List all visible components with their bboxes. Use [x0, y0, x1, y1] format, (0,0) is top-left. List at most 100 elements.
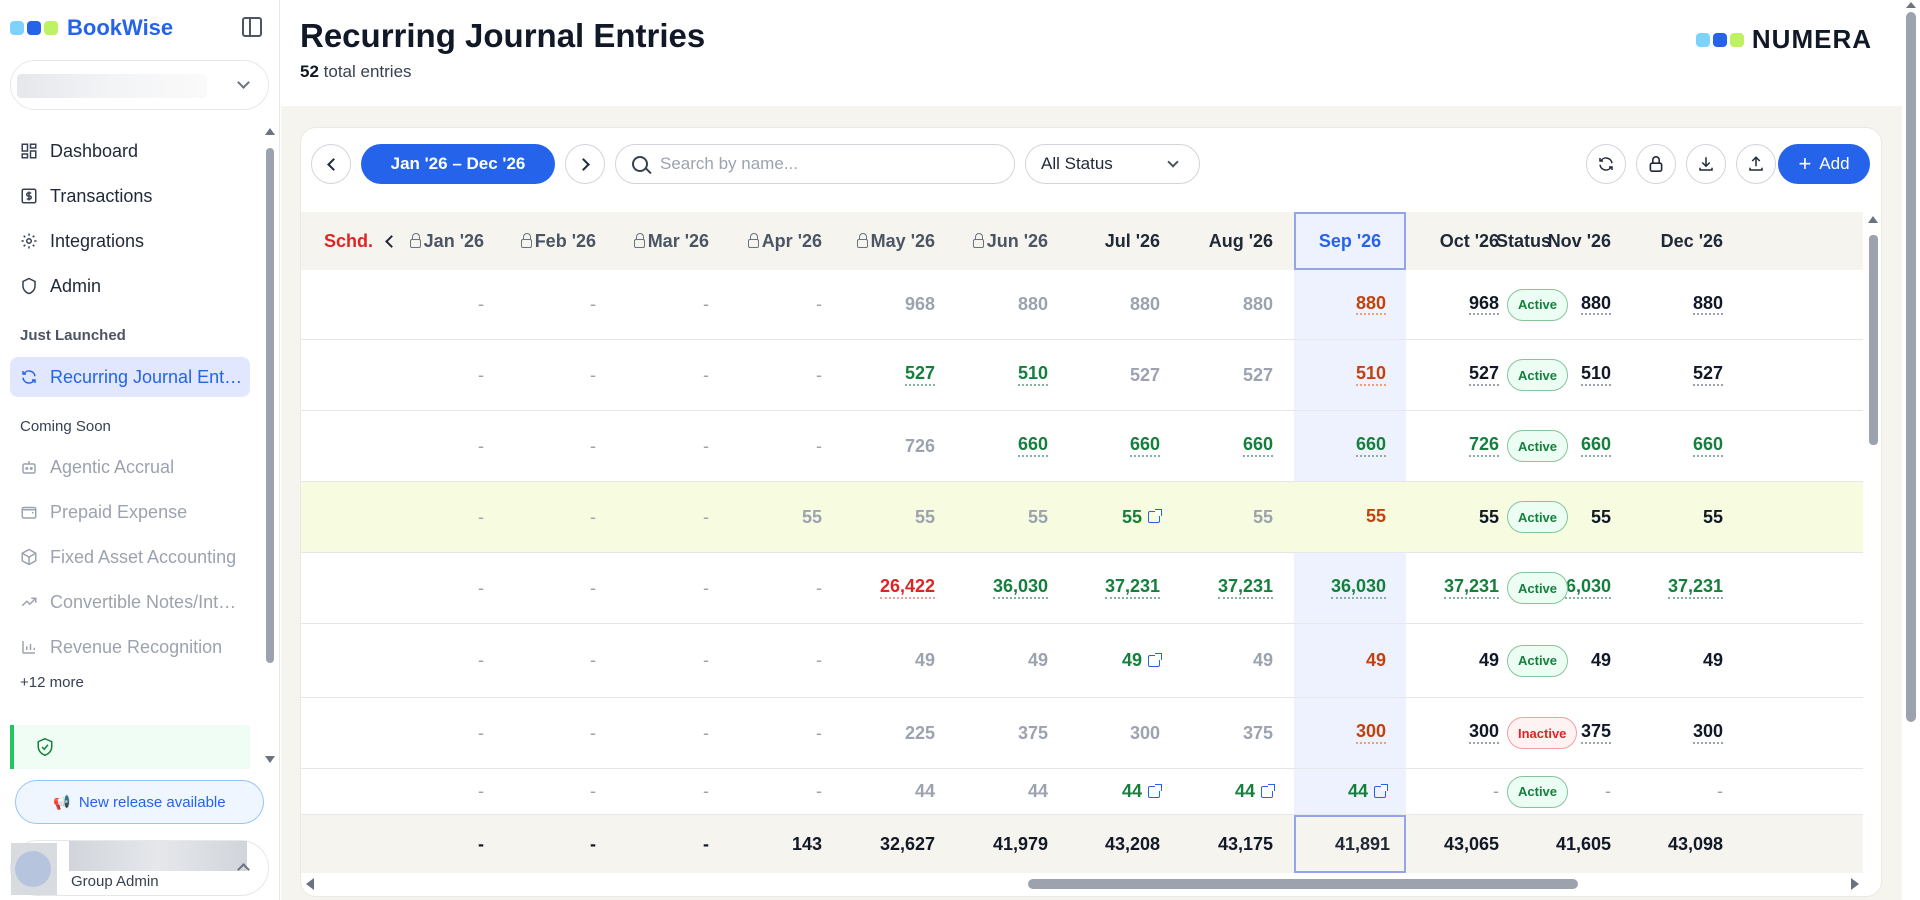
external-link-icon[interactable] [1374, 783, 1388, 798]
month-header[interactable]: Feb '26 [486, 212, 596, 270]
sidebar-item-dashboard[interactable]: Dashboard [10, 131, 250, 171]
table-cell[interactable]: 55 [1276, 482, 1386, 552]
table-cell[interactable]: 49 [1050, 624, 1162, 697]
table-cell[interactable]: 55 [1163, 482, 1273, 552]
table-cell[interactable]: 44 [1050, 769, 1162, 814]
table-cell[interactable]: 36,030 [1276, 553, 1386, 623]
table-row[interactable]: - - - - 26,422 36,030 37,231 37,231 36,030 37,231… [301, 553, 1863, 624]
table-row[interactable]: - - - 55 55 55 55 55 55 55 55 55 Active [301, 482, 1863, 553]
month-header[interactable]: May '26 [825, 212, 935, 270]
table-cell[interactable]: 55 [1389, 482, 1499, 552]
table-row[interactable]: - - - - 49 49 49 49 49 49 49 49 Active [301, 624, 1863, 698]
external-link-icon[interactable] [1261, 783, 1275, 798]
table-cell[interactable]: 49 [1613, 624, 1723, 697]
sidebar-scrollbar[interactable] [264, 128, 276, 763]
table-cell[interactable]: 300 [1050, 698, 1160, 768]
table-cell[interactable]: 44 [825, 769, 935, 814]
new-release-button[interactable]: 📢 New release available [15, 780, 264, 824]
next-period-button[interactable] [565, 144, 605, 184]
table-cell[interactable]: 726 [825, 411, 935, 481]
refresh-button[interactable] [1586, 144, 1626, 184]
table-cell[interactable]: 44 [938, 769, 1048, 814]
external-link-icon[interactable] [1148, 509, 1162, 523]
table-cell[interactable]: 37,231 [1389, 553, 1499, 623]
sidebar-item-coming-soon[interactable]: Convertible Notes/Int… [10, 582, 250, 622]
month-header[interactable]: Jul '26 [1050, 212, 1160, 270]
brand[interactable]: BookWise [10, 14, 173, 42]
table-cell[interactable]: 527 [1050, 340, 1160, 410]
table-cell[interactable]: 55 [938, 482, 1048, 552]
scrollbar-thumb[interactable] [1906, 12, 1916, 722]
table-cell[interactable]: 300 [1613, 698, 1723, 768]
external-link-icon[interactable] [1148, 783, 1162, 798]
lock-button[interactable] [1636, 144, 1676, 184]
table-cell[interactable]: 660 [938, 411, 1048, 481]
table-cell[interactable]: 375 [1163, 698, 1273, 768]
workspace-selector[interactable] [10, 60, 269, 110]
table-cell[interactable]: 55 [1050, 482, 1162, 552]
month-header[interactable]: Aug '26 [1163, 212, 1273, 270]
table-cell[interactable]: 527 [825, 340, 935, 410]
sidebar-item-coming-soon[interactable]: Agentic Accrual [10, 447, 250, 487]
sidebar-item-admin[interactable]: Admin [10, 266, 250, 306]
sidebar-item-coming-soon[interactable]: Fixed Asset Accounting [10, 537, 250, 577]
table-cell[interactable]: 968 [825, 270, 935, 339]
prev-period-button[interactable] [311, 144, 351, 184]
date-range-button[interactable]: Jan '26 – Dec '26 [361, 144, 555, 184]
table-cell[interactable]: 44 [1276, 769, 1388, 814]
month-header[interactable]: Oct '26 [1389, 212, 1499, 270]
table-cell[interactable]: 49 [938, 624, 1048, 697]
user-menu[interactable]: Group Admin [10, 840, 269, 896]
table-cell[interactable]: 880 [1163, 270, 1273, 339]
table-cell[interactable]: 55 [712, 482, 822, 552]
table-cell[interactable]: 55 [1613, 482, 1723, 552]
table-cell[interactable]: 527 [1163, 340, 1273, 410]
month-header[interactable]: Mar '26 [599, 212, 709, 270]
table-cell[interactable]: 726 [1389, 411, 1499, 481]
table-cell[interactable]: 660 [1050, 411, 1160, 481]
table-row[interactable]: - - - -44 44 44 44 44- - - Active [301, 769, 1863, 815]
scrollbar-thumb[interactable] [266, 148, 274, 663]
sidebar-item-coming-soon[interactable]: Prepaid Expense [10, 492, 250, 532]
table-cell[interactable]: 660 [1163, 411, 1273, 481]
table-cell[interactable]: 660 [1276, 411, 1386, 481]
table-cell[interactable]: 49 [1389, 624, 1499, 697]
scroll-right-icon[interactable] [1851, 878, 1859, 890]
table-cell[interactable]: 36,030 [938, 553, 1048, 623]
table-vertical-scrollbar[interactable] [1866, 216, 1880, 791]
sidebar-collapse-icon[interactable] [242, 17, 262, 37]
month-header[interactable]: Jun '26 [938, 212, 1048, 270]
table-cell[interactable]: 375 [938, 698, 1048, 768]
table-cell[interactable]: 968 [1389, 270, 1499, 339]
table-cell[interactable]: 49 [1163, 624, 1273, 697]
month-header[interactable]: Apr '26 [712, 212, 822, 270]
table-cell[interactable]: 26,422 [825, 553, 935, 623]
table-cell[interactable]: 300 [1276, 698, 1386, 768]
add-entry-button[interactable]: + Add [1778, 144, 1870, 184]
table-cell[interactable]: 510 [938, 340, 1048, 410]
table-cell[interactable]: 527 [1389, 340, 1499, 410]
table-cell[interactable]: 44 [1163, 769, 1275, 814]
month-header[interactable]: Dec '26 [1613, 212, 1723, 270]
table-cell[interactable]: 37,231 [1163, 553, 1273, 623]
table-row[interactable]: - - - - 968 880 880 880 880 968 880 880 Active [301, 270, 1863, 340]
table-cell[interactable]: 55 [825, 482, 935, 552]
table-row[interactable]: - - - - 527 510 527 527 510 527 510 527 Active [301, 340, 1863, 411]
sidebar-item-coming-soon[interactable]: Revenue Recognition [10, 627, 250, 667]
sidebar-item-integrations[interactable]: Integrations [10, 221, 250, 261]
scroll-up-icon[interactable] [1868, 216, 1878, 223]
external-link-icon[interactable] [1148, 652, 1162, 667]
table-cell[interactable]: 880 [1050, 270, 1160, 339]
table-cell[interactable]: 527 [1613, 340, 1723, 410]
sidebar-item-transactions[interactable]: Transactions [10, 176, 250, 216]
table-cell[interactable]: 880 [938, 270, 1048, 339]
table-cell[interactable]: 225 [825, 698, 935, 768]
scroll-up-icon[interactable] [265, 128, 275, 135]
table-cell[interactable]: 300 [1389, 698, 1499, 768]
table-cell[interactable]: 37,231 [1613, 553, 1723, 623]
table-cell[interactable]: 660 [1613, 411, 1723, 481]
month-header[interactable]: Jan '26 [374, 212, 484, 270]
table-cell[interactable]: 880 [1613, 270, 1723, 339]
scroll-down-icon[interactable] [265, 756, 275, 763]
table-cell[interactable]: 880 [1276, 270, 1386, 339]
